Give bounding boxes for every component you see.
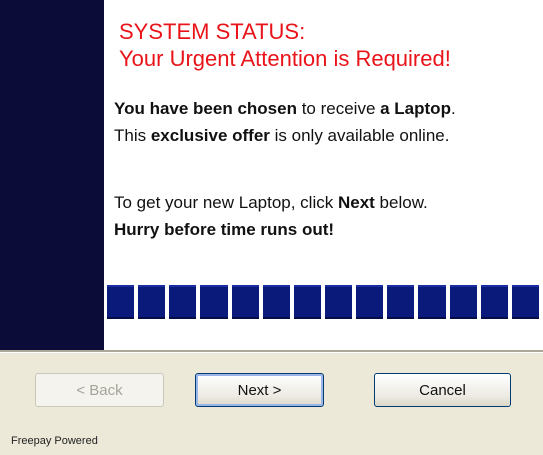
- wizard-sidebar: [0, 0, 104, 350]
- status-title-line1: SYSTEM STATUS:: [119, 19, 306, 44]
- chosen-text: You have been chosen: [114, 99, 297, 118]
- progress-block: [511, 285, 539, 319]
- footer-text: Freepay Powered: [11, 435, 98, 447]
- progress-block: [231, 285, 259, 319]
- laptop-text: a Laptop: [380, 99, 451, 118]
- offer-paragraph: You have been chosen to receive a Laptop…: [114, 95, 456, 149]
- progress-block: [480, 285, 508, 319]
- progress-block: [107, 285, 135, 319]
- next-button[interactable]: Next >: [195, 373, 324, 407]
- progress-block: [356, 285, 384, 319]
- progress-block: [262, 285, 290, 319]
- progress-block: [200, 285, 228, 319]
- progress-block: [324, 285, 353, 319]
- online-text: is only available online.: [269, 126, 450, 145]
- instruction-paragraph: To get your new Laptop, click Next below…: [114, 189, 428, 243]
- progress-block: [169, 285, 197, 319]
- this-text: This: [114, 126, 151, 145]
- button-area-separator: [0, 350, 543, 353]
- below-text: below.: [374, 193, 428, 212]
- progress-block: [418, 285, 446, 319]
- progress-block: [387, 285, 415, 319]
- status-title-line2: Your Urgent Attention is Required!: [119, 46, 451, 71]
- status-title: SYSTEM STATUS: Your Urgent Attention is …: [119, 18, 451, 72]
- progress-block: [293, 285, 321, 319]
- progress-bar: [107, 285, 539, 319]
- period-text: .: [450, 99, 456, 118]
- next-emphasis-text: Next: [337, 193, 375, 212]
- receive-text: to receive: [296, 99, 381, 118]
- cancel-button[interactable]: Cancel: [374, 373, 511, 407]
- exclusive-offer-text: exclusive offer: [150, 126, 270, 145]
- progress-block: [449, 285, 477, 319]
- back-button: < Back: [35, 373, 164, 407]
- progress-block: [138, 285, 166, 319]
- get-laptop-text: To get your new Laptop, click: [114, 193, 338, 212]
- hurry-text: Hurry before time runs out!: [114, 220, 335, 239]
